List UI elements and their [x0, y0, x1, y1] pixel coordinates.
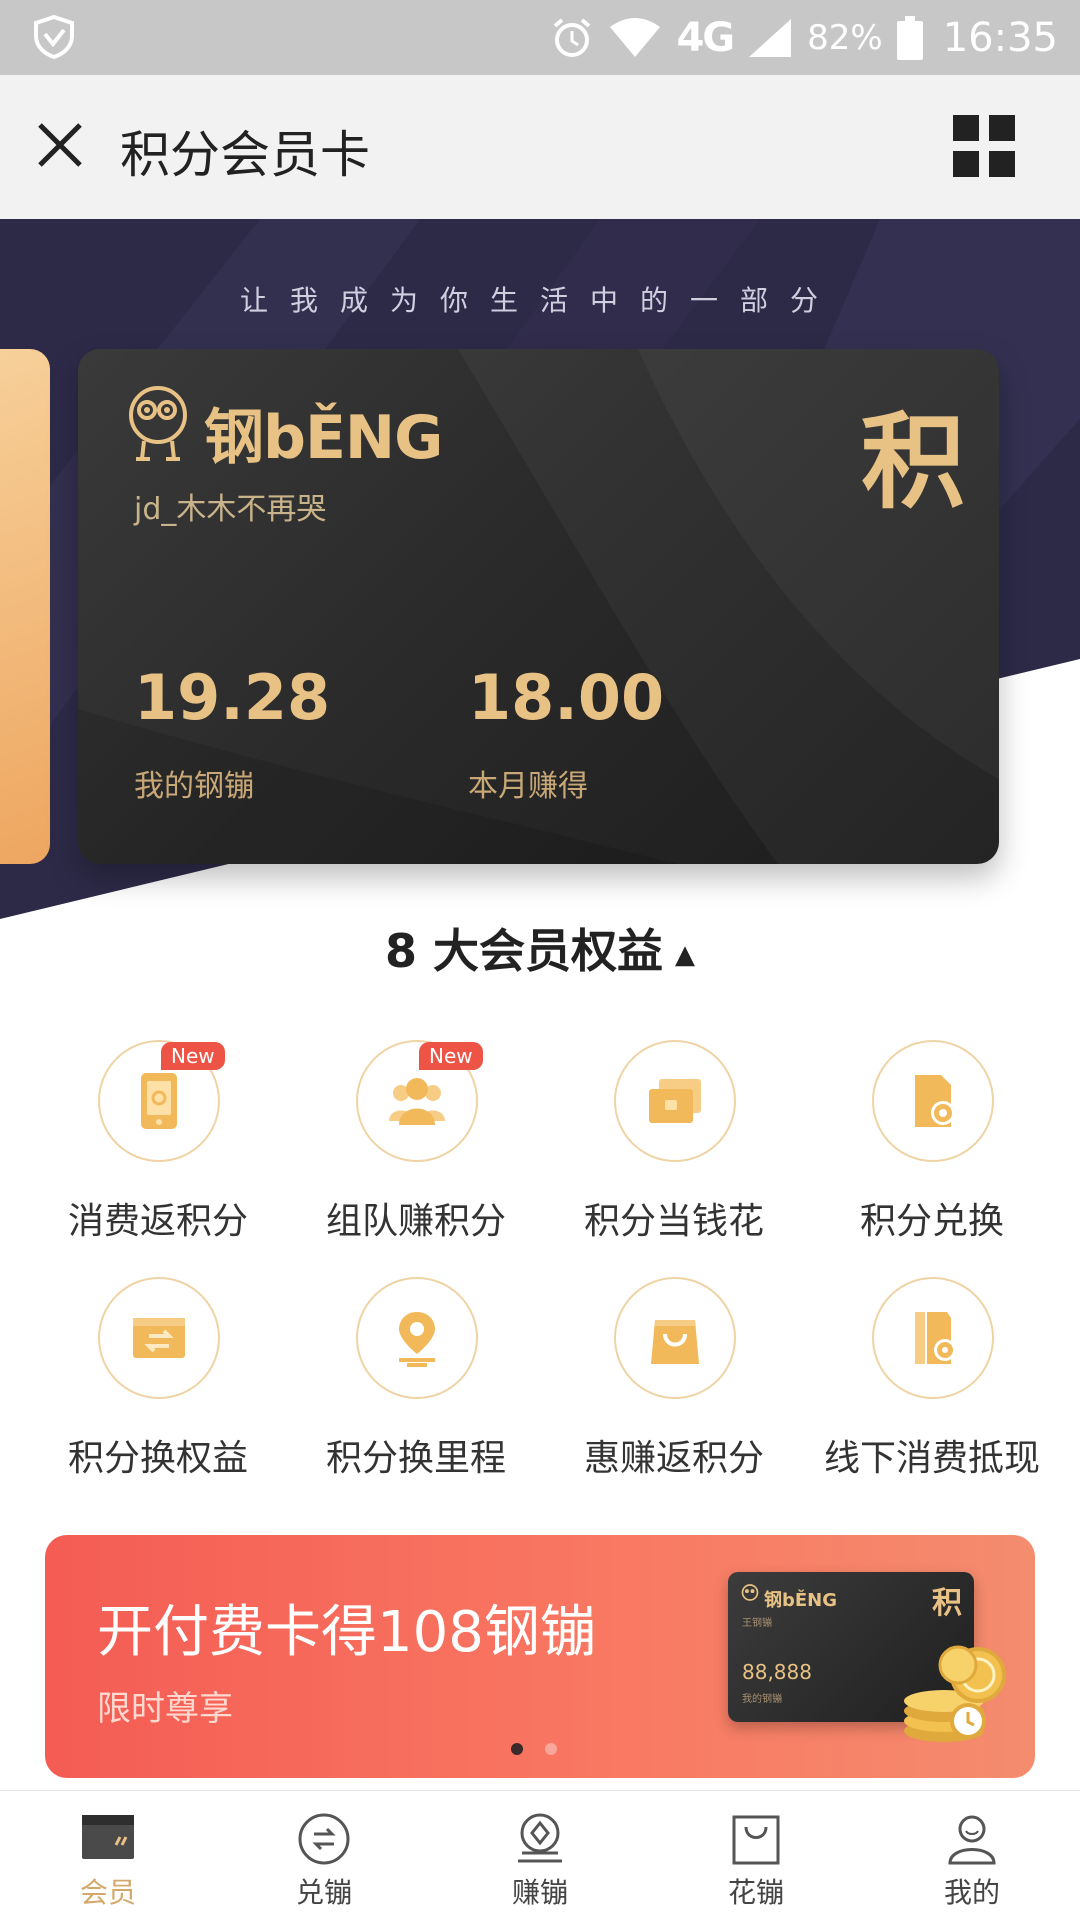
brand-name: 钢bĚNG: [204, 403, 443, 473]
nav-label: 兑镚: [295, 1876, 352, 1909]
nav-item-member[interactable]: 会员: [0, 1791, 216, 1921]
status-bar: 4G 82% 16:35: [0, 0, 1080, 75]
title-bar: 积分会员卡: [0, 75, 1080, 219]
alarm-icon: [554, 18, 591, 57]
earn-coin-icon: [518, 1813, 562, 1863]
benefit-item[interactable]: 积分当钱花: [543, 1040, 805, 1242]
wifi-icon: [610, 18, 661, 57]
exchange-coin-icon: [298, 1813, 350, 1865]
signal-icon: [749, 19, 792, 57]
network-type: 4G: [676, 15, 735, 61]
shopping-bag-icon: [651, 1320, 699, 1364]
bottom-nav: 会员 兑镚 赚镚 花镚 我的: [0, 1790, 1080, 1921]
nav-item-profile[interactable]: 我的: [864, 1791, 1080, 1921]
previous-card[interactable]: [0, 349, 50, 864]
benefit-icon-circle: [872, 1277, 994, 1399]
monthly-earned-value: 18.00: [468, 661, 665, 734]
shield-icon: [34, 14, 74, 60]
benefit-item[interactable]: 惠赚返积分: [543, 1277, 805, 1479]
wallet-icon: [649, 1079, 701, 1123]
benefit-icon-circle: [872, 1040, 994, 1162]
benefit-item[interactable]: 积分换权益: [27, 1277, 289, 1479]
monthly-earned-label: 本月赚得: [468, 769, 588, 804]
member-card-icon: [82, 1815, 134, 1859]
promo-card-brand: 钢bĚNG: [764, 1590, 838, 1611]
battery-icon: [896, 16, 923, 60]
nav-item-exchange[interactable]: 兑镚: [216, 1791, 432, 1921]
benefit-icon-circle: [356, 1277, 478, 1399]
benefit-icon-circle: [98, 1277, 220, 1399]
member-card[interactable]: 钢bĚNG jd_木木不再哭 积 19.28 我的钢镚 18.00 本月赚得: [78, 349, 999, 864]
battery-percent: 82%: [807, 18, 883, 58]
clock: 16:35: [942, 15, 1058, 61]
benefit-label: 积分换权益: [67, 1438, 248, 1479]
nav-label: 我的: [943, 1876, 1000, 1909]
benefit-label: 积分换里程: [325, 1438, 506, 1479]
benefit-label: 线下消费抵现: [823, 1438, 1040, 1479]
benefits-title: 8 大会员权益: [384, 924, 664, 978]
promo-title: 开付费卡得108钢镚: [97, 1600, 596, 1665]
mascot-logo-icon: [741, 1584, 759, 1601]
carousel-dot[interactable]: [545, 1743, 557, 1755]
promo-card-value: 88,888: [742, 1660, 812, 1684]
gold-coins-icon: [904, 1645, 1006, 1742]
promo-subtitle: 限时尊享: [97, 1689, 233, 1729]
promo-card-user: 王钢镚: [742, 1618, 772, 1629]
my-coins-value: 19.28: [134, 661, 331, 734]
benefit-item[interactable]: 线下消费抵现: [801, 1277, 1063, 1479]
spend-bag-icon: [732, 1815, 780, 1865]
profile-icon: [948, 1815, 996, 1865]
benefit-label: 积分兑换: [859, 1201, 1004, 1242]
nav-item-spend[interactable]: 花镚: [648, 1791, 864, 1921]
grid-menu-icon[interactable]: [953, 115, 1015, 177]
nav-label: 花镚: [727, 1876, 784, 1909]
benefit-item[interactable]: New 组队赚积分: [285, 1040, 547, 1242]
promo-banner[interactable]: 开付费卡得108钢镚 限时尊享 钢bĚNG 王钢镚 积 88,888 我的钢镚: [45, 1535, 1035, 1778]
collapse-arrow-icon: ▲: [675, 939, 696, 970]
card-points-badge: 积: [860, 400, 965, 523]
benefit-label: 组队赚积分: [325, 1201, 506, 1242]
my-coins-label: 我的钢镚: [134, 769, 254, 804]
nav-label: 赚镚: [511, 1876, 568, 1909]
transfer-card-icon: [133, 1318, 185, 1358]
card-username: jd_木木不再哭: [134, 492, 327, 527]
phone-icon: [141, 1073, 177, 1129]
new-badge: New: [161, 1042, 225, 1070]
mascot-logo-icon: [129, 386, 187, 461]
group-icon: [389, 1078, 445, 1125]
new-badge: New: [419, 1042, 483, 1070]
nav-item-earn[interactable]: 赚镚: [432, 1791, 648, 1921]
promo-card-value-label: 我的钢镚: [742, 1694, 782, 1705]
exchange-icon: [915, 1075, 955, 1127]
benefit-icon-circle: [614, 1277, 736, 1399]
benefit-label: 消费返积分: [67, 1201, 248, 1242]
carousel-dots: [511, 1743, 557, 1755]
benefit-label: 积分当钱花: [583, 1201, 764, 1242]
slogan: 让我成为你生活中的一部分: [239, 284, 840, 317]
location-pin-icon: [399, 1312, 435, 1367]
carousel-dot-active[interactable]: [511, 1743, 523, 1755]
hero-section: 让我成为你生活中的一部分 钢bĚNG jd_木木不再哭 积 19.28 我的钢镚…: [0, 219, 1080, 919]
benefit-icon-circle: [614, 1040, 736, 1162]
benefit-item[interactable]: 积分换里程: [285, 1277, 547, 1479]
offline-coupon-icon: [915, 1312, 956, 1364]
benefit-item[interactable]: New 消费返积分: [27, 1040, 289, 1242]
benefits-header[interactable]: 8 大会员权益 ▲: [0, 915, 1080, 981]
benefit-label: 惠赚返积分: [583, 1438, 764, 1479]
page-title: 积分会员卡: [120, 126, 370, 184]
promo-card-badge: 积: [932, 1586, 962, 1621]
benefit-item[interactable]: 积分兑换: [801, 1040, 1063, 1242]
close-icon[interactable]: [34, 119, 86, 171]
nav-label: 会员: [79, 1876, 136, 1909]
